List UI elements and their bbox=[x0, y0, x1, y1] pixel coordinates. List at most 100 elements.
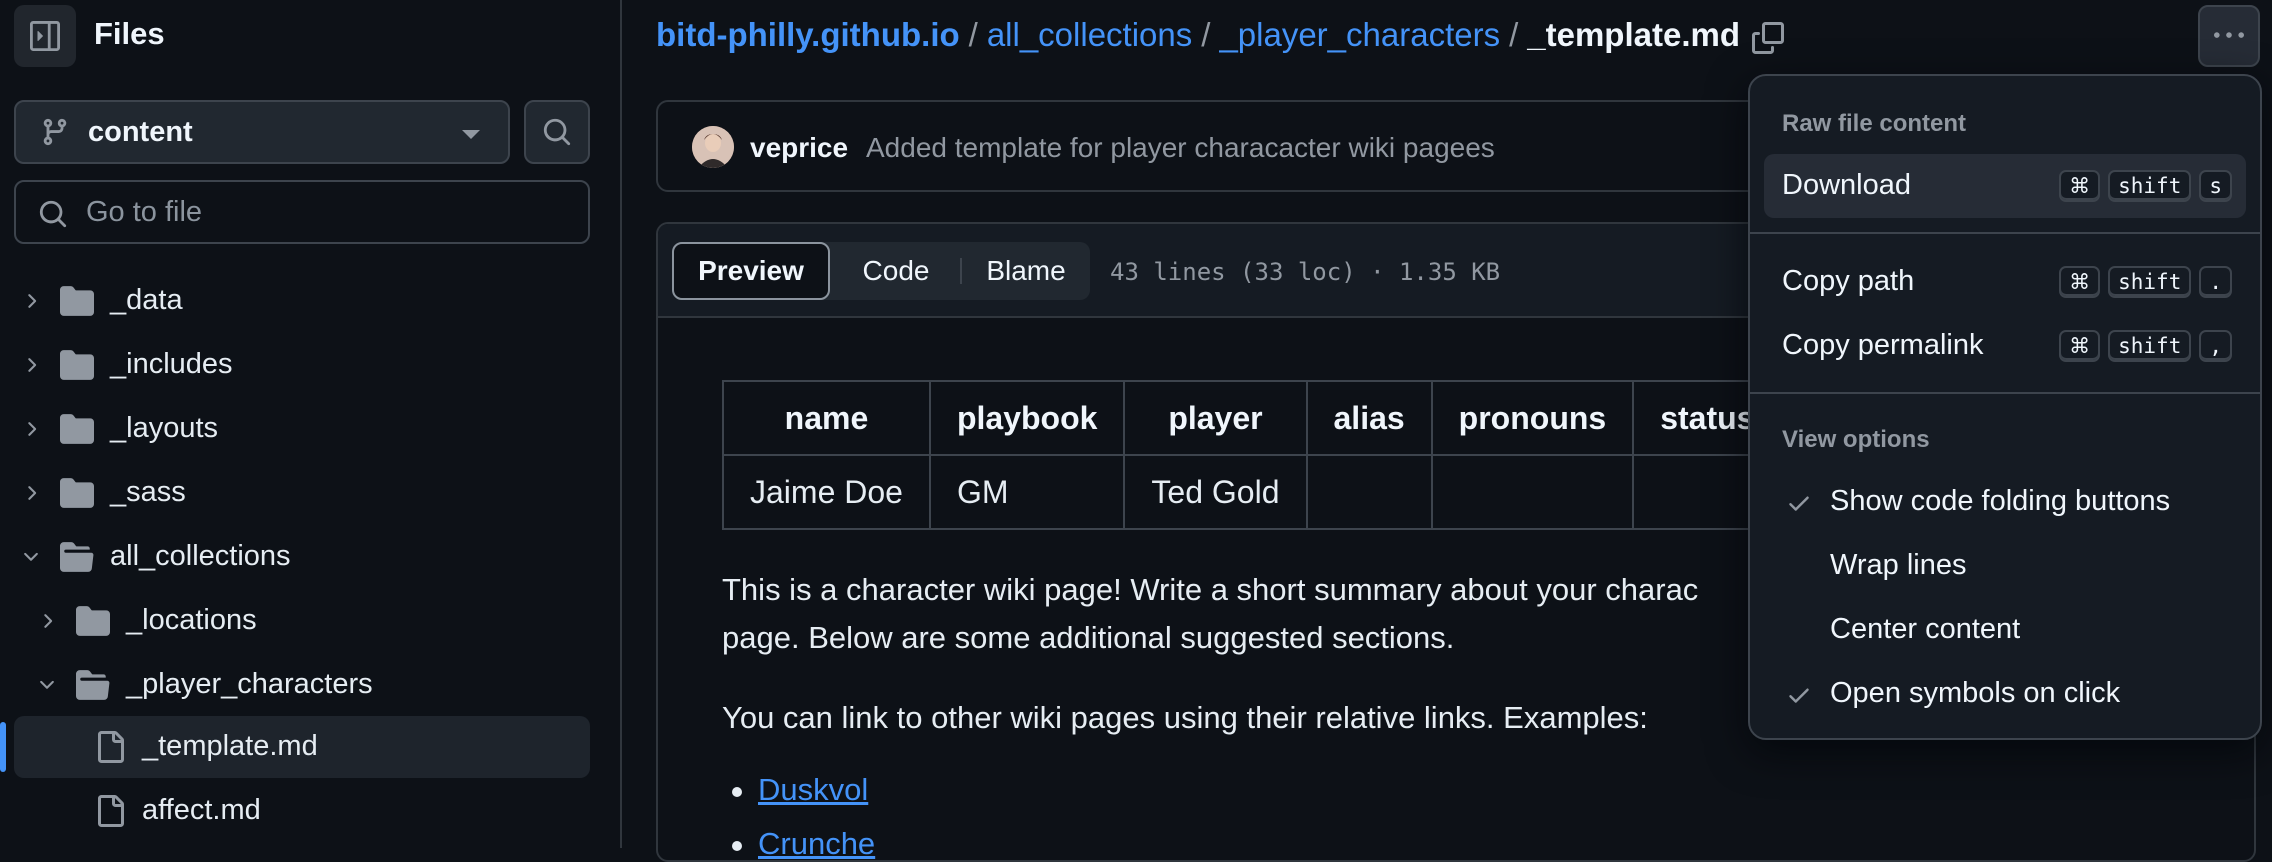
commit-author-link[interactable]: veprice bbox=[750, 132, 848, 164]
sidebar-title: Files bbox=[94, 16, 165, 51]
chevron-right-icon bbox=[20, 418, 42, 440]
tree-item-label: _layouts bbox=[110, 412, 219, 444]
tab-code[interactable]: Code bbox=[832, 242, 960, 300]
breadcrumb-separator: / bbox=[1201, 16, 1211, 53]
copy-path-button[interactable] bbox=[1748, 18, 1788, 58]
tree-item-label: affect.md bbox=[142, 794, 261, 826]
menu-group-title-view: View options bbox=[1782, 426, 1930, 453]
git-branch-icon bbox=[40, 117, 70, 147]
table-header-cell: name bbox=[722, 380, 931, 456]
menu-item-copy-permalink[interactable]: Copy permalink ⌘ shift , bbox=[1764, 314, 2246, 378]
table-cell bbox=[1430, 454, 1635, 530]
more-options-button[interactable] bbox=[2198, 5, 2260, 67]
tree-item-label: _data bbox=[110, 284, 183, 316]
chevron-right-icon bbox=[20, 482, 42, 504]
menu-item-show-code-folding[interactable]: Show code folding buttons bbox=[1764, 470, 2246, 534]
chevron-down-icon bbox=[20, 546, 42, 568]
keyboard-shortcut: ⌘ shift , bbox=[2059, 330, 2232, 362]
breadcrumb-repo-link[interactable]: bitd-philly.github.io bbox=[656, 16, 960, 54]
menu-item-center-content[interactable]: Center content bbox=[1764, 598, 2246, 662]
tree-item-locations[interactable]: _locations bbox=[14, 590, 590, 652]
menu-item-label: Copy path bbox=[1782, 265, 1915, 297]
tree-item-template-md[interactable]: _template.md bbox=[14, 716, 590, 778]
menu-item-open-symbols[interactable]: Open symbols on click bbox=[1764, 662, 2246, 726]
menu-item-label: Open symbols on click bbox=[1830, 677, 2121, 709]
tree-item-label: _locations bbox=[126, 604, 257, 636]
menu-divider bbox=[1750, 232, 2260, 234]
avatar[interactable] bbox=[692, 126, 734, 168]
folder-icon bbox=[76, 604, 110, 638]
check-icon bbox=[1786, 490, 1812, 516]
menu-item-label: Wrap lines bbox=[1830, 549, 1967, 581]
file-tree-sidebar: Files content _data _includes _layouts bbox=[0, 0, 622, 848]
kbd-key: , bbox=[2199, 330, 2232, 362]
table-header-cell: player bbox=[1123, 380, 1308, 456]
kbd-key: ⌘ bbox=[2059, 330, 2101, 362]
menu-item-label: Download bbox=[1782, 169, 1911, 201]
kbd-key: s bbox=[2199, 170, 2232, 202]
table-header-cell: playbook bbox=[928, 380, 1126, 456]
tree-item-sass[interactable]: _sass bbox=[14, 462, 590, 524]
folder-icon bbox=[60, 284, 94, 318]
breadcrumb-separator: / bbox=[1509, 16, 1519, 53]
caret-down-icon bbox=[462, 130, 480, 139]
breadcrumb-link-all-collections[interactable]: all_collections bbox=[987, 16, 1192, 54]
breadcrumb-current-file: _template.md bbox=[1527, 16, 1740, 53]
tab-blame[interactable]: Blame bbox=[962, 242, 1090, 300]
kbd-key: ⌘ bbox=[2059, 170, 2101, 202]
menu-item-download[interactable]: Download ⌘ shift s bbox=[1764, 154, 2246, 218]
menu-item-label: Center content bbox=[1830, 613, 2021, 645]
tree-item-player-characters[interactable]: _player_characters bbox=[14, 654, 590, 716]
kbd-key: shift bbox=[2108, 330, 2192, 362]
tree-item-label: _template.md bbox=[142, 730, 318, 762]
wiki-link-crunche[interactable]: Crunche bbox=[758, 826, 875, 860]
file-stats: 43 lines (33 loc) · 1.35 KB bbox=[1110, 258, 1501, 286]
kbd-key: shift bbox=[2108, 170, 2192, 202]
breadcrumb-separator: / bbox=[968, 16, 978, 53]
sidebar-collapse-icon bbox=[30, 21, 60, 51]
go-to-file-input[interactable] bbox=[86, 192, 566, 232]
tree-item-label: all_collections bbox=[110, 540, 291, 572]
kbd-key: ⌘ bbox=[2059, 266, 2101, 298]
tree-item-data[interactable]: _data bbox=[14, 270, 590, 332]
menu-item-wrap-lines[interactable]: Wrap lines bbox=[1764, 534, 2246, 598]
tab-preview[interactable]: Preview bbox=[672, 242, 830, 300]
menu-divider bbox=[1750, 392, 2260, 394]
table-header-cell: pronouns bbox=[1430, 380, 1635, 456]
folder-icon bbox=[60, 348, 94, 382]
tree-item-affect-md[interactable]: affect.md bbox=[14, 780, 590, 842]
table-cell: GM bbox=[928, 454, 1126, 530]
folder-open-icon bbox=[60, 540, 94, 574]
tree-item-label: _player_characters bbox=[126, 668, 373, 700]
selected-indicator bbox=[0, 722, 6, 772]
collapse-sidebar-button[interactable] bbox=[14, 5, 76, 67]
folder-icon bbox=[60, 476, 94, 510]
copy-icon bbox=[1752, 22, 1784, 54]
kbd-key: . bbox=[2199, 266, 2232, 298]
search-button[interactable] bbox=[524, 100, 590, 164]
commit-message-link[interactable]: Added template for player characacter wi… bbox=[866, 132, 1495, 164]
folder-icon bbox=[60, 412, 94, 446]
file-icon bbox=[94, 730, 126, 764]
view-mode-switch: Preview Code Blame bbox=[672, 242, 1090, 300]
file-actions-menu: Raw file content Download ⌘ shift s Copy… bbox=[1748, 74, 2262, 740]
go-to-file-field[interactable] bbox=[14, 180, 590, 244]
breadcrumb-link-player-characters[interactable]: _player_characters bbox=[1219, 16, 1500, 54]
menu-item-label: Copy permalink bbox=[1782, 329, 1984, 361]
menu-group-title-raw: Raw file content bbox=[1782, 110, 1967, 137]
tree-item-includes[interactable]: _includes bbox=[14, 334, 590, 396]
tree-item-all-collections[interactable]: all_collections bbox=[14, 526, 590, 588]
chevron-right-icon bbox=[20, 290, 42, 312]
branch-name: content bbox=[88, 116, 193, 148]
table-cell: Jaime Doe bbox=[722, 454, 931, 530]
menu-item-copy-path[interactable]: Copy path ⌘ shift . bbox=[1764, 250, 2246, 314]
branch-selector[interactable]: content bbox=[14, 100, 510, 164]
chevron-right-icon bbox=[20, 354, 42, 376]
tree-item-layouts[interactable]: _layouts bbox=[14, 398, 590, 460]
wiki-link-duskvol[interactable]: Duskvol bbox=[758, 772, 868, 807]
folder-open-icon bbox=[76, 668, 110, 702]
keyboard-shortcut: ⌘ shift s bbox=[2059, 170, 2232, 202]
list-item: Duskvol bbox=[731, 772, 868, 808]
check-icon bbox=[1786, 682, 1812, 708]
breadcrumb: bitd-philly.github.io / all_collections … bbox=[656, 16, 1740, 54]
